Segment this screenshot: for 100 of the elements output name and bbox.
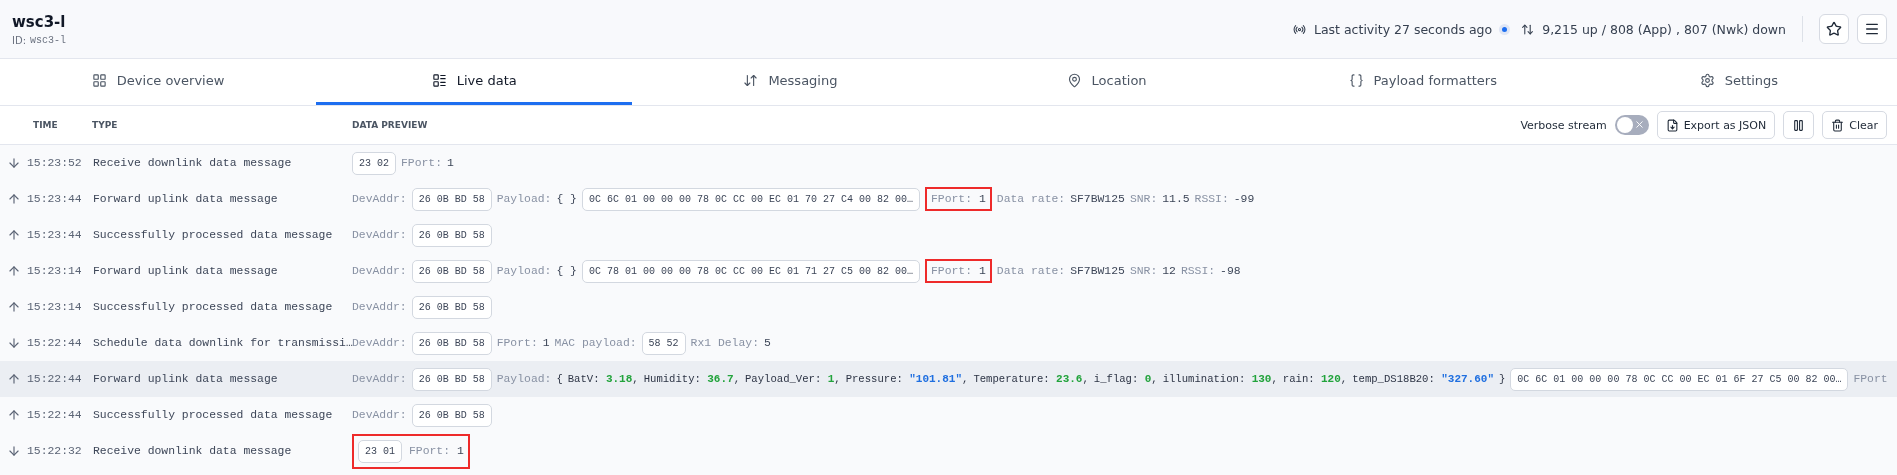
field-label: Payload: xyxy=(496,193,552,205)
field-value: 1 xyxy=(979,265,986,277)
field-value: SF7BW125 xyxy=(1070,265,1125,277)
field-label: FPort: xyxy=(496,337,538,349)
pause-icon xyxy=(1792,118,1806,132)
pause-button[interactable] xyxy=(1783,111,1815,139)
payload-entry: Pressure: "101.81", xyxy=(845,373,969,385)
payload-entry: temp_DS18B20: "327.60" xyxy=(1352,373,1494,385)
device-id: wsc3-l xyxy=(30,34,67,46)
grid-icon xyxy=(91,73,107,88)
type-cell: Schedule data downlink for transmissi… xyxy=(93,337,352,349)
hex-value: 26 0B BD 58 xyxy=(411,331,492,355)
field-value: 11.5 xyxy=(1162,193,1190,205)
brace: { xyxy=(556,373,563,385)
field-value: 1 xyxy=(542,337,550,349)
field-label: FPort: xyxy=(409,445,451,457)
file-download-icon xyxy=(1665,118,1679,132)
payload-entry: Payload_Ver: 1, xyxy=(745,373,841,385)
hex-value: 26 0B BD 58 xyxy=(411,367,492,391)
hex-value: 0C 6C 01 00 00 00 78 0C CC 00 EC 01 70 27 C4 00 82 00… xyxy=(581,187,920,211)
field-label: MAC payload: xyxy=(554,337,637,349)
time-cell-text: 15:23:44 xyxy=(27,229,83,241)
verbose-toggle[interactable] xyxy=(1614,115,1649,135)
close-icon xyxy=(1633,119,1645,130)
time-cell-text: 15:22:44 xyxy=(27,409,83,421)
arrow-up-icon xyxy=(6,192,21,206)
star-button[interactable] xyxy=(1819,14,1849,44)
hex-value: 58 52 xyxy=(641,331,686,355)
tab[interactable]: Device overview xyxy=(0,59,317,105)
payload-entry: illumination: 130, xyxy=(1162,373,1278,385)
braces-icon xyxy=(1348,73,1364,88)
field-label: FPort: xyxy=(930,193,972,205)
menu-button[interactable] xyxy=(1857,14,1887,44)
field-label: DevAddr: xyxy=(352,337,407,349)
time-cell-text: 15:23:52 xyxy=(27,157,83,169)
verbose-label: Verbose stream xyxy=(1520,118,1607,132)
payload-entry: i_flag: 0, xyxy=(1093,373,1158,385)
field-label: FPort: xyxy=(401,157,443,169)
arrow-up-icon xyxy=(6,228,21,242)
device-title: wsc3-l xyxy=(12,12,67,31)
tab[interactable]: Location xyxy=(948,59,1265,105)
type-cell-text: Successfully processed data message xyxy=(93,229,334,241)
payload-entry: rain: 120, xyxy=(1282,373,1348,385)
column-header: TYPE xyxy=(92,120,119,130)
time-cell-text: 15:23:14 xyxy=(27,265,83,277)
column-header: DATA PREVIEW xyxy=(352,120,429,130)
field-label: RSSI: xyxy=(1180,265,1216,277)
hex-value: 26 0B BD 58 xyxy=(411,223,492,247)
field-label: DevAddr: xyxy=(352,409,407,421)
tab[interactable]: Messaging xyxy=(632,59,949,105)
payload-entry: BatV: 3.18, xyxy=(567,373,639,385)
map-pin-icon xyxy=(1066,73,1082,88)
type-cell-text: Forward uplink data message xyxy=(93,265,279,277)
arrow-down-icon xyxy=(6,156,21,170)
field-label: SNR: xyxy=(1129,193,1158,205)
payload-entry: Humidity: 36.7, xyxy=(643,373,740,385)
time-cell-text: 15:22:32 xyxy=(27,445,83,457)
type-cell-text: Successfully processed data message xyxy=(93,301,334,313)
time-cell-text: 15:23:14 xyxy=(27,301,83,313)
payload-entry: Temperature: 23.6, xyxy=(973,373,1089,385)
brace: } xyxy=(1499,373,1506,385)
field-label: DevAddr: xyxy=(352,229,407,241)
type-cell-text: Forward uplink data message xyxy=(93,373,279,385)
field-value: 5 xyxy=(763,337,771,349)
message-counts: 9,215 up / 808 (App) , 807 (Nwk) down xyxy=(1542,21,1786,37)
field-label: DevAddr: xyxy=(352,373,407,385)
field-label: DevAddr: xyxy=(352,193,407,205)
field-value: -98 xyxy=(1220,265,1241,277)
tab[interactable]: Settings xyxy=(1580,59,1897,105)
field-label: Rx1 Delay: xyxy=(690,337,759,349)
up-down-icon xyxy=(1521,22,1535,36)
hex-value: 26 0B BD 58 xyxy=(411,259,492,283)
field-label: SNR: xyxy=(1129,265,1158,277)
field-value: 1 xyxy=(457,445,464,457)
export-button[interactable]: Export as JSON xyxy=(1656,111,1776,139)
log-row[interactable] xyxy=(0,361,1897,397)
hex-value: 26 0B BD 58 xyxy=(411,187,492,211)
tab[interactable]: Payload formatters xyxy=(1264,59,1581,105)
type-cell-text: Receive downlink data message xyxy=(93,445,293,457)
field-value: { } xyxy=(556,193,577,205)
field-label: DevAddr: xyxy=(352,265,407,277)
field-label: RSSI: xyxy=(1194,193,1229,205)
hex-value: 0C 78 01 00 00 00 78 0C CC 00 EC 01 71 27 C5 00 82 00… xyxy=(581,259,920,283)
field-value: SF7BW125 xyxy=(1070,193,1125,205)
field-value: 1 xyxy=(447,157,454,169)
type-cell-text: Successfully processed data message xyxy=(93,409,334,421)
field-label: Data rate: xyxy=(996,193,1066,205)
field-value: 12 xyxy=(1162,265,1176,277)
field-label: DevAddr: xyxy=(352,301,407,313)
hex-value: 0C 6C 01 00 00 00 78 0C CC 00 EC 01 6F 27 C5 00 82 00… xyxy=(1510,367,1849,391)
id-label: ID: xyxy=(12,34,27,46)
clear-button[interactable]: Clear xyxy=(1822,111,1887,139)
column-header: TIME xyxy=(32,120,59,130)
hex-value: 26 0B BD 58 xyxy=(411,295,492,319)
menu-icon xyxy=(1864,21,1880,37)
trash-icon xyxy=(1831,118,1845,132)
field-label: FPort xyxy=(1853,373,1888,385)
time-cell-text: 15:22:44 xyxy=(27,373,83,385)
field-value: -99 xyxy=(1233,193,1255,205)
settings-icon xyxy=(1699,73,1715,88)
